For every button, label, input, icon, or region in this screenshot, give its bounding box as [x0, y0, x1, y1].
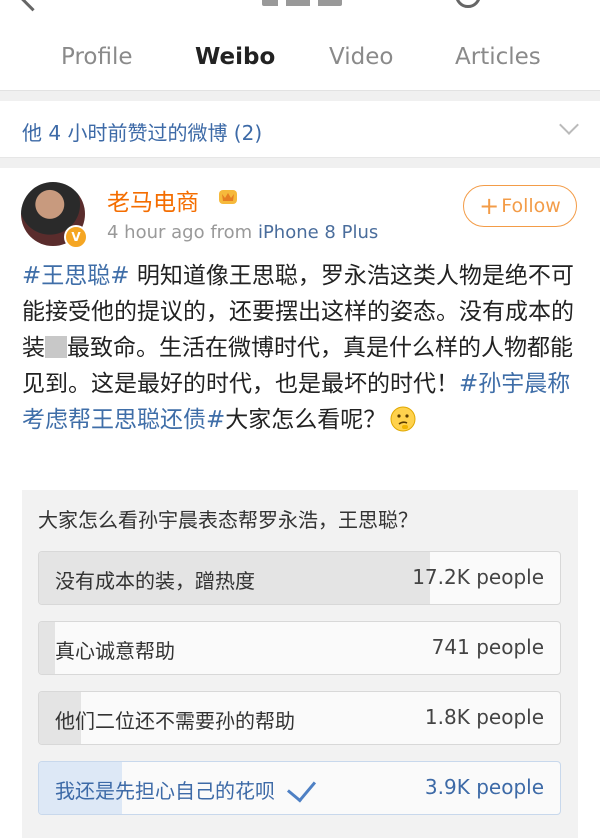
tab-articles[interactable]: Articles: [455, 44, 541, 70]
post-meta: 4 hour ago from iPhone 8 Plus: [107, 222, 378, 243]
poll-option-label: 没有成本的装，蹭热度: [55, 569, 255, 593]
post-text: 大家怎么看呢？: [225, 407, 387, 433]
divider: [0, 90, 600, 101]
censored-block: [45, 336, 67, 358]
verified-badge-icon: V: [64, 225, 88, 249]
tab-video[interactable]: Video: [329, 44, 393, 70]
checkmark-icon: [286, 772, 317, 803]
poll-option-label: 我还是先担心自己的花呗: [55, 772, 317, 804]
follow-button[interactable]: + Follow: [463, 185, 577, 227]
poll-option-label: 真心诚意帮助: [55, 639, 175, 663]
plus-icon: +: [479, 192, 500, 220]
post-time: 4 hour ago: [107, 222, 205, 243]
post-from-label: from: [210, 222, 253, 243]
poll-option-count: 1.8K people: [424, 705, 544, 729]
thinking-emoji-icon: [390, 406, 416, 432]
divider: [0, 158, 600, 168]
crown-icon: [219, 190, 237, 204]
poll-option[interactable]: 没有成本的装，蹭热度 17.2K people: [38, 551, 561, 605]
profile-tabs: Profile Weibo Video Articles: [0, 22, 600, 90]
tab-weibo[interactable]: Weibo: [195, 44, 275, 70]
poll-option-label: 他们二位还不需要孙的帮助: [55, 709, 295, 733]
liked-posts-bar[interactable]: 他 4 小时前赞过的微博 (2): [0, 101, 600, 158]
hashtag-link[interactable]: #王思聪#: [22, 263, 130, 289]
poll-option[interactable]: 他们二位还不需要孙的帮助 1.8K people: [38, 691, 561, 745]
back-arrow-icon[interactable]: [17, 0, 48, 12]
poll-option[interactable]: 真心诚意帮助 741 people: [38, 621, 561, 675]
poll-option-count: 17.2K people: [412, 565, 544, 589]
post-username[interactable]: 老马电商: [107, 183, 199, 217]
search-icon[interactable]: [455, 0, 481, 8]
follow-label: Follow: [501, 195, 561, 217]
poll-question: 大家怎么看孙宇晨表态帮罗永浩，王思聪？: [38, 508, 418, 532]
poll-option-bar: [39, 622, 55, 674]
top-nav-bar: [0, 0, 600, 22]
poll-option-count: 741 people: [431, 635, 544, 659]
poll-option-count: 3.9K people: [424, 775, 544, 799]
post-source[interactable]: iPhone 8 Plus: [258, 222, 378, 243]
poll-option-selected[interactable]: 我还是先担心自己的花呗 3.9K people: [38, 761, 561, 815]
poll-card: 大家怎么看孙宇晨表态帮罗永浩，王思聪？ 没有成本的装，蹭热度 17.2K peo…: [22, 490, 578, 838]
tab-profile[interactable]: Profile: [61, 44, 133, 70]
liked-posts-label: 他 4 小时前赞过的微博 (2): [22, 121, 263, 145]
post-body: #王思聪# 明知道像王思聪，罗永浩这类人物是绝不可能接受他的提议的，还要摆出这样…: [22, 258, 584, 438]
nav-title-fragment: [262, 0, 342, 6]
poll-option-text: 我还是先担心自己的花呗: [55, 779, 275, 803]
